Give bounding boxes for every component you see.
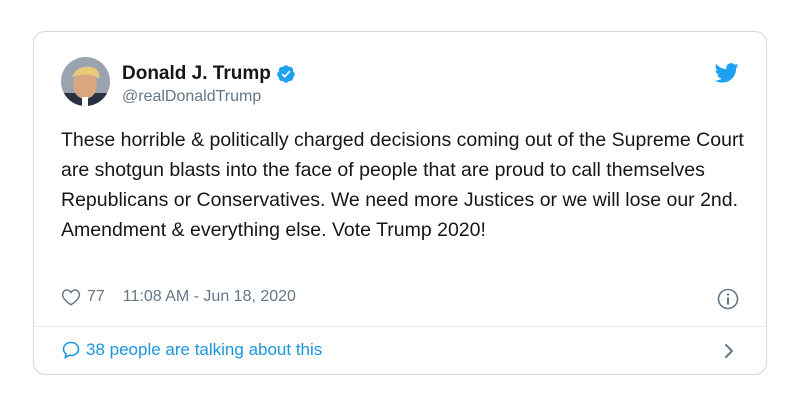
like-count[interactable]: 77 <box>87 288 105 306</box>
tweet-meta: 77 11:08 AM - Jun 18, 2020 <box>61 288 296 306</box>
author-name-row[interactable]: Donald J. Trump <box>122 63 296 85</box>
avatar-image <box>61 57 110 106</box>
twitter-bird-icon[interactable] <box>715 63 739 83</box>
conversation-link[interactable]: 38 people are talking about this <box>61 340 322 360</box>
author-name[interactable]: Donald J. Trump <box>122 63 271 85</box>
info-icon[interactable] <box>717 288 739 310</box>
tweet-card[interactable]: Donald J. Trump @realDonaldTrump These h… <box>33 31 767 375</box>
speech-bubble-icon <box>62 341 80 360</box>
conversation-label[interactable]: 38 people are talking about this <box>86 340 322 360</box>
heart-icon[interactable] <box>61 288 81 306</box>
divider <box>34 326 766 327</box>
tweet-text: These horrible & politically charged dec… <box>61 129 744 241</box>
verified-badge-icon <box>277 65 295 83</box>
avatar[interactable] <box>61 57 110 106</box>
chevron-right-icon[interactable] <box>722 341 736 361</box>
timestamp[interactable]: 11:08 AM - Jun 18, 2020 <box>123 288 296 306</box>
author-handle[interactable]: @realDonaldTrump <box>122 88 261 106</box>
